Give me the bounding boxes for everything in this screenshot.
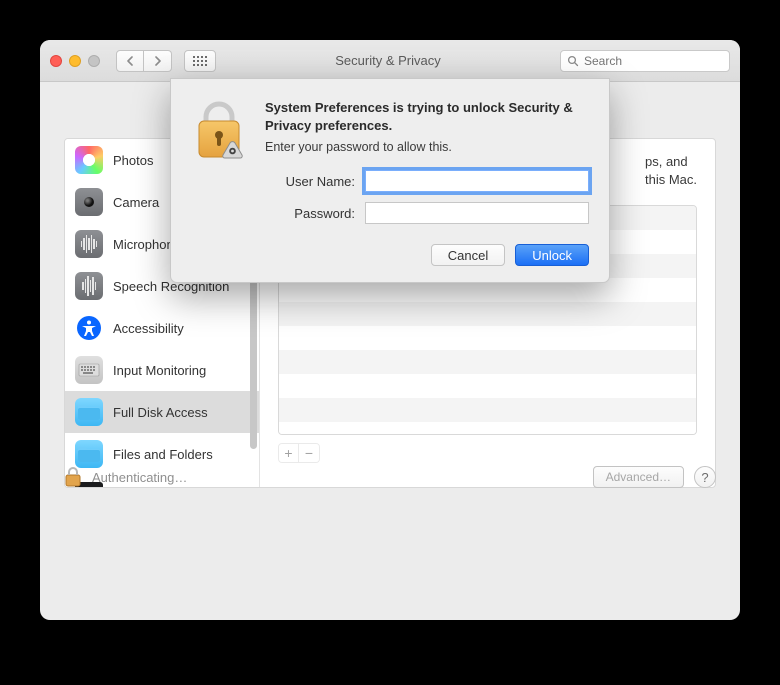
folder-icon: [75, 398, 103, 426]
speech-icon: [75, 272, 103, 300]
grid-icon: [193, 56, 207, 66]
list-row: [279, 302, 696, 326]
add-button[interactable]: +: [279, 444, 299, 462]
search-field[interactable]: [560, 50, 730, 72]
list-row: [279, 422, 696, 435]
microphone-icon: [75, 230, 103, 258]
username-label: User Name:: [265, 174, 355, 189]
back-button[interactable]: [116, 50, 144, 72]
window-controls: [50, 55, 100, 67]
keyboard-icon: [75, 356, 103, 384]
forward-button[interactable]: [144, 50, 172, 72]
pane-description: ps, and this Mac.: [645, 153, 697, 189]
nav-buttons: [116, 50, 172, 72]
sidebar-item-label: Photos: [113, 153, 153, 168]
window-title: Security & Privacy: [224, 53, 552, 68]
help-button[interactable]: ?: [694, 466, 716, 488]
cancel-button[interactable]: Cancel: [431, 244, 505, 266]
sidebar-item-full-disk-access[interactable]: Full Disk Access: [65, 391, 259, 433]
list-row: [279, 350, 696, 374]
username-input[interactable]: [365, 170, 589, 192]
photos-icon: [75, 146, 103, 174]
auth-lock-icon: [191, 99, 249, 224]
sidebar-item-label: Files and Folders: [113, 447, 213, 462]
close-window-button[interactable]: [50, 55, 62, 67]
folder-icon: [75, 440, 103, 468]
accessibility-icon: [75, 314, 103, 342]
sidebar-item-label: Full Disk Access: [113, 405, 208, 420]
password-input[interactable]: [365, 202, 589, 224]
auth-title: System Preferences is trying to unlock S…: [265, 99, 589, 134]
camera-icon: [75, 188, 103, 216]
search-input[interactable]: [584, 54, 739, 68]
titlebar: Security & Privacy: [40, 40, 740, 82]
unlock-button[interactable]: Unlock: [515, 244, 589, 266]
remove-button[interactable]: −: [299, 444, 319, 462]
minimize-window-button[interactable]: [69, 55, 81, 67]
advanced-button[interactable]: Advanced…: [593, 466, 684, 488]
sidebar-item-label: Accessibility: [113, 321, 184, 336]
list-row: [279, 398, 696, 422]
sidebar-item-label: Camera: [113, 195, 159, 210]
sidebar-item-input-monitoring[interactable]: Input Monitoring: [65, 349, 259, 391]
auth-subtitle: Enter your password to allow this.: [265, 140, 589, 154]
list-row: [279, 326, 696, 350]
password-label: Password:: [265, 206, 355, 221]
zoom-window-button[interactable]: [88, 55, 100, 67]
search-icon: [567, 55, 579, 67]
lock-status-text: Authenticating…: [92, 470, 583, 485]
footer: Authenticating… Advanced… ?: [64, 466, 716, 488]
sidebar-item-accessibility[interactable]: Accessibility: [65, 307, 259, 349]
list-row: [279, 374, 696, 398]
lock-icon[interactable]: [64, 466, 82, 488]
show-all-button[interactable]: [184, 50, 216, 72]
auth-dialog: System Preferences is trying to unlock S…: [170, 78, 610, 283]
add-remove-buttons: + −: [278, 443, 320, 463]
sidebar-item-label: Input Monitoring: [113, 363, 206, 378]
